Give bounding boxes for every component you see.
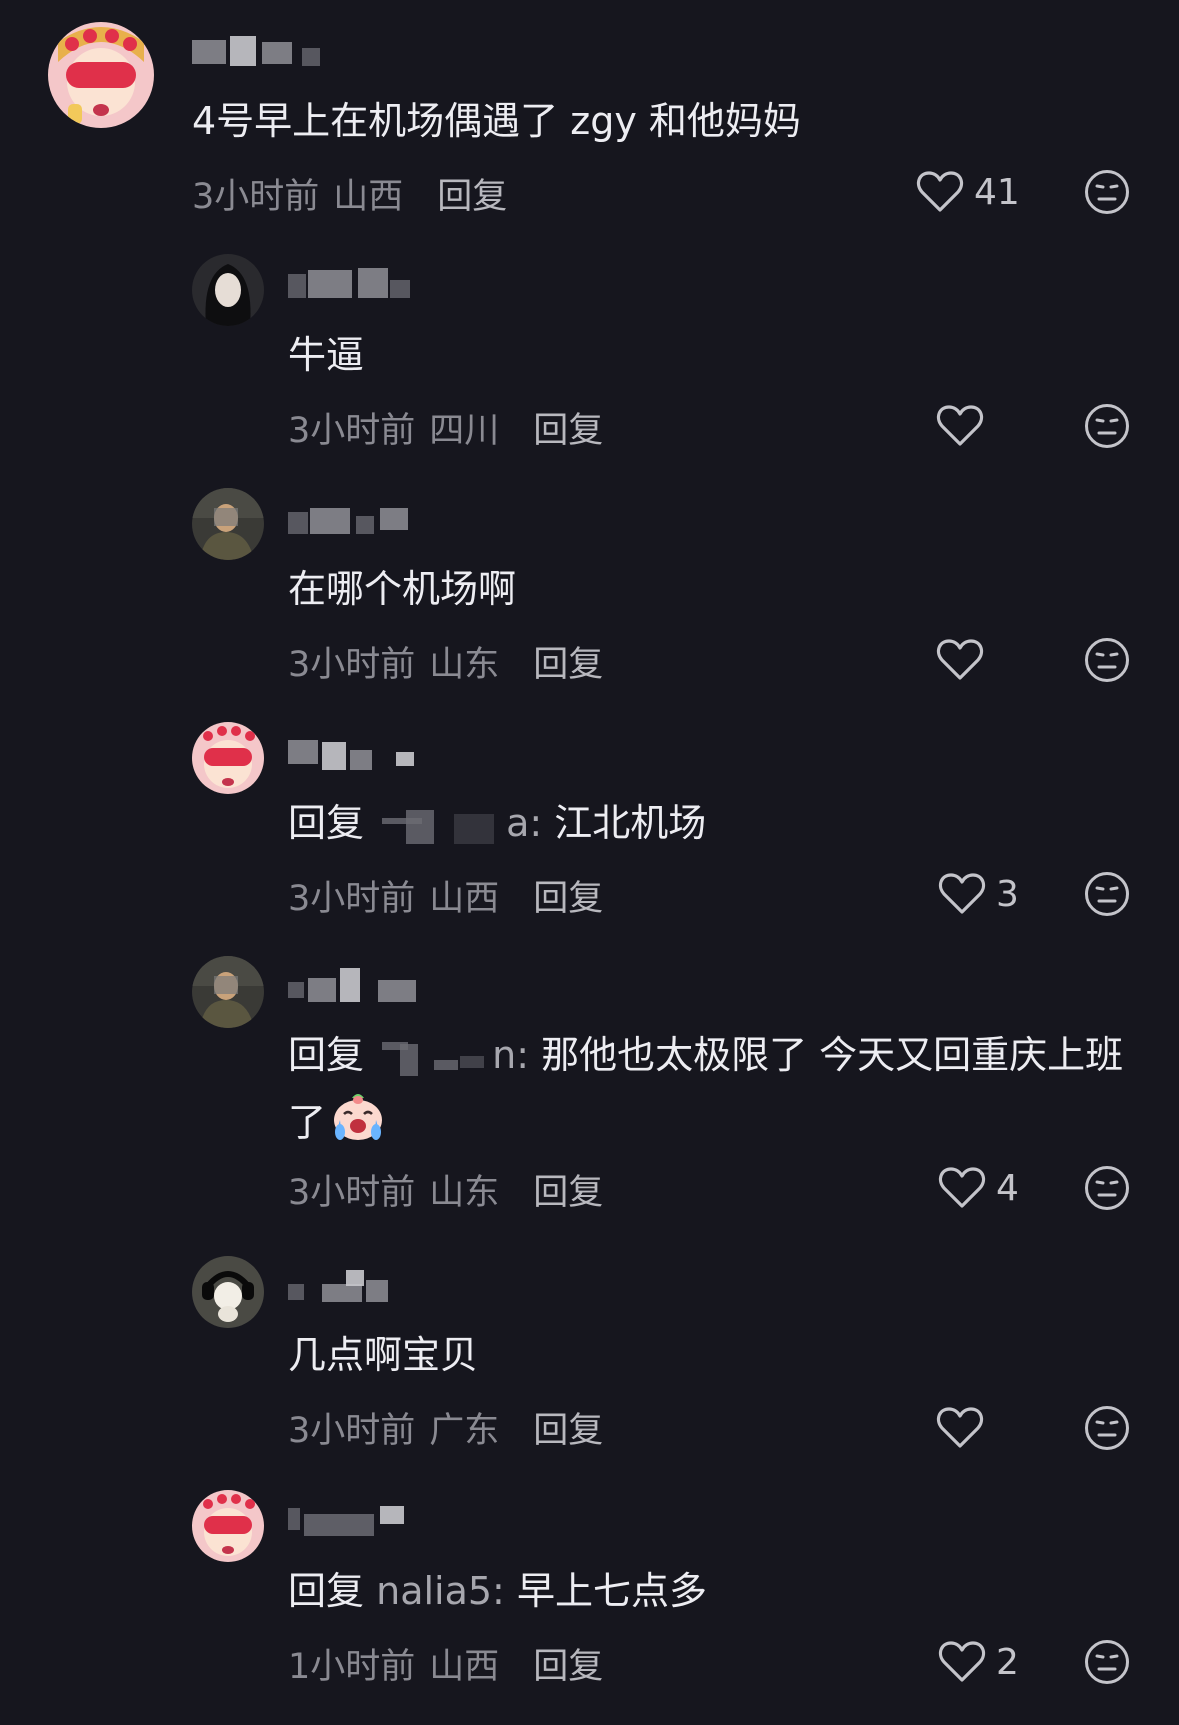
neutral-face-icon[interactable] xyxy=(1084,1639,1130,1685)
reply-location: 广东 xyxy=(429,1411,500,1451)
avatar[interactable] xyxy=(192,1490,264,1562)
reply-time: 3小时前 xyxy=(288,1173,416,1213)
reply-text-line: 回复 n: 那他也太极限了 今天又回重庆上班了 xyxy=(288,1022,1138,1162)
username-masked[interactable] xyxy=(288,502,418,540)
reply-text: 江北机场 xyxy=(554,801,707,845)
heart-outline-icon xyxy=(936,1406,984,1450)
like-count: 41 xyxy=(974,171,1020,213)
reply-prefix: 回复 xyxy=(288,1569,365,1613)
reply-item: 在哪个机场啊 3小时前 山东 回复 xyxy=(0,488,1179,698)
reply-time: 3小时前 xyxy=(288,879,416,919)
masked-mention[interactable] xyxy=(376,1038,492,1078)
like-count: 2 xyxy=(996,1641,1019,1683)
reply-text: 早上七点多 xyxy=(516,1569,707,1613)
reply-item: 回复 nalia5: 早上七点多 1小时前 山西 回复 2 xyxy=(0,1490,1179,1710)
reply-button[interactable]: 回复 xyxy=(533,1411,603,1451)
reply-button[interactable]: 回复 xyxy=(437,177,507,217)
username-masked[interactable] xyxy=(288,1502,418,1540)
neutral-face-icon[interactable] xyxy=(1084,1165,1130,1211)
comment-meta: 3小时前 山西 回复 xyxy=(192,168,507,219)
reply-text: 几点啊宝贝 xyxy=(288,1333,479,1377)
username-masked[interactable] xyxy=(288,966,418,1004)
comment-text: 4号早上在机场偶遇了 zgy 和他妈妈 xyxy=(192,99,801,143)
reply-meta: 1小时前 山西 回复 xyxy=(288,1638,603,1689)
reply-item: 几点啊宝贝 3小时前 广东 回复 xyxy=(0,1256,1179,1466)
neutral-face-icon[interactable] xyxy=(1084,871,1130,917)
username-masked[interactable] xyxy=(288,266,418,304)
like-button[interactable]: 3 xyxy=(938,872,1019,916)
neutral-face-icon[interactable] xyxy=(1084,1405,1130,1451)
heart-outline-icon xyxy=(938,872,986,916)
username-masked[interactable] xyxy=(192,36,332,74)
reply-prefix: 回复 xyxy=(288,1033,365,1077)
reply-button[interactable]: 回复 xyxy=(533,1173,603,1213)
username-masked[interactable] xyxy=(288,736,428,774)
neutral-face-icon[interactable] xyxy=(1084,637,1130,683)
reply-time: 1小时前 xyxy=(288,1647,416,1687)
reply-button[interactable]: 回复 xyxy=(533,645,603,685)
like-button[interactable] xyxy=(936,404,984,448)
masked-mention[interactable] xyxy=(376,806,506,846)
like-count: 4 xyxy=(996,1167,1019,1209)
crying-face-emoji xyxy=(330,1088,386,1162)
reply-time: 3小时前 xyxy=(288,1411,416,1451)
reply-prefix: 回复 xyxy=(288,801,365,845)
reply-item: 牛逼 3小时前 四川 回复 xyxy=(0,254,1179,464)
reply-item: 回复 a: 江北机场 3小时前 山西 回复 3 xyxy=(0,722,1179,932)
reply-meta: 3小时前 山东 回复 xyxy=(288,1164,603,1215)
avatar[interactable] xyxy=(192,722,264,794)
reply-meta: 3小时前 四川 回复 xyxy=(288,402,603,453)
reply-text: 在哪个机场啊 xyxy=(288,567,517,611)
reply-item: 回复 n: 那他也太极限了 今天又回重庆上班了 3小时前 山东 回复 4 xyxy=(0,956,1179,1226)
reply-time: 3小时前 xyxy=(288,411,416,451)
reply-text-line: 回复 nalia5: 早上七点多 xyxy=(288,1558,707,1624)
avatar[interactable] xyxy=(48,22,154,128)
reply-text-line: 回复 a: 江北机场 xyxy=(288,790,706,856)
heart-outline-icon xyxy=(936,638,984,682)
reply-button[interactable]: 回复 xyxy=(533,1647,603,1687)
reply-meta: 3小时前 广东 回复 xyxy=(288,1402,603,1453)
reply-mention[interactable]: nalia5: xyxy=(376,1569,517,1613)
reply-meta: 3小时前 山东 回复 xyxy=(288,636,603,687)
reply-button[interactable]: 回复 xyxy=(533,411,603,451)
like-button[interactable]: 4 xyxy=(938,1166,1019,1210)
reply-text: 牛逼 xyxy=(288,333,365,377)
like-button[interactable]: 2 xyxy=(938,1640,1019,1684)
reply-location: 山东 xyxy=(429,1173,500,1213)
reply-meta: 3小时前 山西 回复 xyxy=(288,870,603,921)
neutral-face-icon[interactable] xyxy=(1084,169,1130,215)
reply-location: 山西 xyxy=(429,1647,500,1687)
username-masked[interactable] xyxy=(288,1268,408,1306)
heart-outline-icon xyxy=(916,170,964,214)
avatar[interactable] xyxy=(192,254,264,326)
comment-time: 3小时前 xyxy=(192,177,320,217)
comment-location: 山西 xyxy=(333,177,404,217)
like-count: 3 xyxy=(996,873,1019,915)
reply-mention[interactable]: n: xyxy=(492,1033,541,1077)
reply-location: 四川 xyxy=(429,411,500,451)
avatar[interactable] xyxy=(192,488,264,560)
heart-outline-icon xyxy=(936,404,984,448)
reply-button[interactable]: 回复 xyxy=(533,879,603,919)
like-button[interactable] xyxy=(936,638,984,682)
like-button[interactable] xyxy=(936,1406,984,1450)
reply-time: 3小时前 xyxy=(288,645,416,685)
neutral-face-icon[interactable] xyxy=(1084,403,1130,449)
avatar[interactable] xyxy=(192,956,264,1028)
reply-mention[interactable]: a: xyxy=(506,801,554,845)
avatar[interactable] xyxy=(192,1256,264,1328)
reply-location: 山西 xyxy=(429,879,500,919)
like-button[interactable]: 41 xyxy=(916,170,1020,214)
heart-outline-icon xyxy=(938,1640,986,1684)
comment-item: 4号早上在机场偶遇了 zgy 和他妈妈 3小时前 山西 回复 41 xyxy=(0,0,1179,230)
reply-location: 山东 xyxy=(429,645,500,685)
heart-outline-icon xyxy=(938,1166,986,1210)
